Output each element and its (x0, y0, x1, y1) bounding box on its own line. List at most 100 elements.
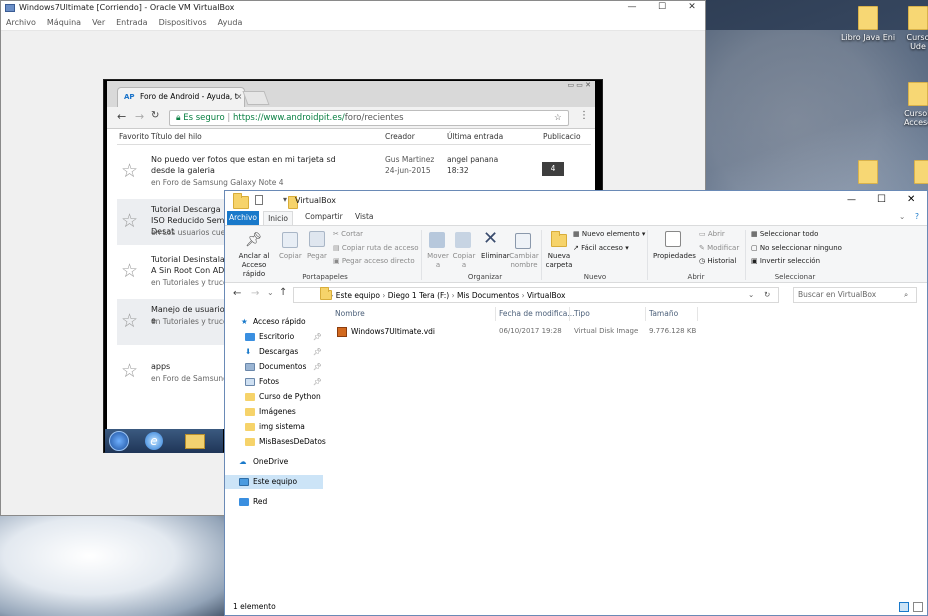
favorite-star-icon[interactable]: ☆ (121, 311, 138, 331)
nav-misbasesdedatos[interactable]: MisBasesDeDatos (225, 435, 326, 449)
breadcrumb-mis-documentos[interactable]: Mis Documentos (457, 291, 519, 300)
chevron-down-icon[interactable]: ⌄ (748, 288, 754, 302)
nav-imagenes[interactable]: Imágenes (225, 405, 323, 419)
eliminar-button[interactable]: Eliminar (481, 252, 510, 260)
thread-last-entry[interactable]: angel panana 18:32 (447, 154, 498, 176)
propiedades-button[interactable]: Propiedades (653, 252, 696, 260)
back-arrow-icon[interactable]: ← (233, 288, 241, 299)
pegar-button[interactable]: Pegar (307, 252, 327, 260)
thread-forum[interactable]: en Tutoriales y trucos (151, 278, 231, 287)
reload-icon[interactable]: ↻ (151, 110, 159, 121)
facil-acceso-button[interactable]: ↗ Fácil acceso ▾ (573, 244, 629, 252)
internet-explorer-icon[interactable]: e (145, 432, 163, 450)
cortar-button[interactable]: ✂ Cortar (333, 230, 363, 238)
thread-forum[interactable]: en Tutoriales y trucos (151, 317, 231, 326)
no-seleccionar-button[interactable]: ▢ No seleccionar ninguno (751, 244, 842, 252)
column-nombre[interactable]: Nombre (335, 309, 365, 318)
thread-forum[interactable]: en Foro de Samsung (151, 374, 228, 383)
nav-onedrive[interactable]: ☁ OneDrive (225, 455, 323, 469)
refresh-icon[interactable]: ↻ (764, 288, 770, 302)
nav-fotos[interactable]: Fotos 📌︎ (225, 375, 323, 389)
historial-button[interactable]: ◷ Historial (699, 257, 736, 265)
nav-img-sistema[interactable]: img sistema (225, 420, 323, 434)
nuevo-elemento-button[interactable]: ▦ Nuevo elemento ▾ (573, 230, 645, 238)
menu-archivo[interactable]: Archivo (6, 15, 36, 31)
modificar-button[interactable]: ✎ Modificar (699, 244, 739, 252)
thread-forum[interactable]: en Los usuarios cuent (151, 228, 233, 237)
nav-descargas[interactable]: ⬇ Descargas 📌︎ (225, 345, 323, 359)
explorer-title-bar[interactable]: ▾ VirtualBox — ☐ ✕ (225, 191, 927, 211)
pin-icon[interactable]: 📌︎ (313, 345, 322, 359)
copiar-button[interactable]: Copiar (279, 252, 302, 260)
details-view-icon[interactable] (899, 602, 909, 612)
tab-inicio[interactable]: Inicio (263, 211, 293, 225)
new-tab-button[interactable] (242, 91, 270, 105)
virtualbox-title-bar[interactable]: Windows7Ultimate [Corriendo] - Oracle VM… (1, 1, 705, 15)
menu-entrada[interactable]: Entrada (116, 15, 147, 31)
tab-archivo[interactable]: Archivo (227, 211, 259, 225)
large-icons-view-icon[interactable] (913, 602, 923, 612)
help-icon[interactable]: ? (915, 212, 919, 221)
maximize-button[interactable]: ☐ (647, 1, 677, 15)
thread-title[interactable]: Tutorial Desinstalar A Sin Root Con ADB (151, 254, 231, 276)
nav-curso-python[interactable]: Curso de Python (225, 390, 323, 404)
pin-icon[interactable]: 📌︎ (313, 360, 322, 374)
chrome-window-controls[interactable]: ▭ ▭ ✕ (513, 81, 591, 91)
menu-dots-icon[interactable]: ⋮ (579, 110, 589, 121)
file-row[interactable]: Windows7Ultimate.vdi 06/10/2017 19:28 Vi… (333, 325, 713, 339)
pin-icon[interactable]: 📌︎ (313, 375, 322, 389)
desktop-folder-icon[interactable] (914, 160, 928, 184)
menu-ver[interactable]: Ver (92, 15, 105, 31)
forward-arrow-icon[interactable]: → (251, 288, 259, 299)
forward-arrow-icon[interactable]: → (135, 110, 144, 123)
thread-title[interactable]: No puedo ver fotos que estan en mi tarje… (151, 154, 347, 176)
nav-este-equipo[interactable]: Este equipo (225, 475, 323, 489)
nav-acceso-rapido[interactable]: ★ Acceso rápido (225, 315, 323, 329)
menu-dispositivos[interactable]: Dispositivos (159, 15, 207, 31)
copiar-ruta-button[interactable]: ▤ Copiar ruta de acceso (333, 244, 419, 252)
minimize-button[interactable]: — (617, 1, 647, 15)
favorite-star-icon[interactable]: ☆ (121, 161, 138, 181)
tab-vista[interactable]: Vista (355, 212, 374, 221)
pegar-acceso-button[interactable]: ▣ Pegar acceso directo (333, 257, 415, 265)
back-arrow-icon[interactable]: ← (117, 110, 126, 123)
column-tamano[interactable]: Tamaño (649, 309, 678, 318)
pin-icon[interactable]: 📌︎ (313, 330, 322, 344)
recent-chevron-icon[interactable]: ⌄ (267, 288, 274, 297)
column-tipo[interactable]: Tipo (574, 309, 590, 318)
col-ultima-entrada[interactable]: Última entrada (447, 132, 503, 141)
close-button[interactable]: ✕ (907, 194, 915, 205)
forum-thread-row[interactable]: ☆ No puedo ver fotos que estan en mi tar… (117, 149, 591, 195)
abrir-button[interactable]: ▭ Abrir (699, 230, 725, 238)
search-icon[interactable]: ⌕ (904, 288, 908, 302)
nav-escritorio[interactable]: Escritorio 📌︎ (225, 330, 323, 344)
close-button[interactable]: ✕ (677, 1, 707, 15)
desktop-folder-icon[interactable] (858, 160, 878, 184)
nueva-carpeta-button[interactable]: Nueva carpeta (545, 252, 573, 270)
properties-quick-icon[interactable] (255, 195, 263, 205)
explorer-folder-icon[interactable] (185, 434, 205, 449)
path-breadcrumb[interactable]: › Este equipo › Diego 1 Tera (F:) › Mis … (293, 287, 779, 303)
invertir-seleccion-button[interactable]: ▣ Invertir selección (751, 257, 820, 265)
thread-title[interactable]: apps (151, 361, 231, 372)
column-fecha[interactable]: Fecha de modifica... (499, 309, 574, 318)
bookmark-star-icon[interactable]: ☆ (554, 111, 562, 125)
thread-author[interactable]: Gus Martinez 24-jun-2015 (385, 154, 434, 176)
mover-button[interactable]: Mover a (425, 252, 451, 270)
favorite-star-icon[interactable]: ☆ (121, 361, 138, 381)
menu-ayuda[interactable]: Ayuda (218, 15, 243, 31)
thread-forum[interactable]: en Foro de Samsung Galaxy Note 4 (151, 178, 284, 187)
start-button[interactable] (109, 431, 129, 451)
pin-icon[interactable]: 📌︎ (245, 232, 263, 248)
col-titulo[interactable]: Título del hilo (151, 132, 202, 141)
minimize-button[interactable]: — (847, 195, 856, 205)
breadcrumb-virtualbox[interactable]: VirtualBox (527, 291, 565, 300)
omnibox[interactable]: 🔒︎ Es seguro | https://www.androidpit.es… (169, 110, 569, 126)
col-favorito[interactable]: Favorito (119, 132, 149, 141)
breadcrumb-este-equipo[interactable]: Este equipo (336, 291, 380, 300)
desktop-icon-libro-java[interactable]: Libro Java Eni (838, 6, 898, 42)
nav-documentos[interactable]: Documentos 📌︎ (225, 360, 323, 374)
ribbon-expand-icon[interactable]: ⌄ (899, 212, 905, 221)
cambiar-nombre-button[interactable]: Cambiar nombre (509, 252, 539, 270)
seleccionar-todo-button[interactable]: ▦ Seleccionar todo (751, 230, 818, 238)
